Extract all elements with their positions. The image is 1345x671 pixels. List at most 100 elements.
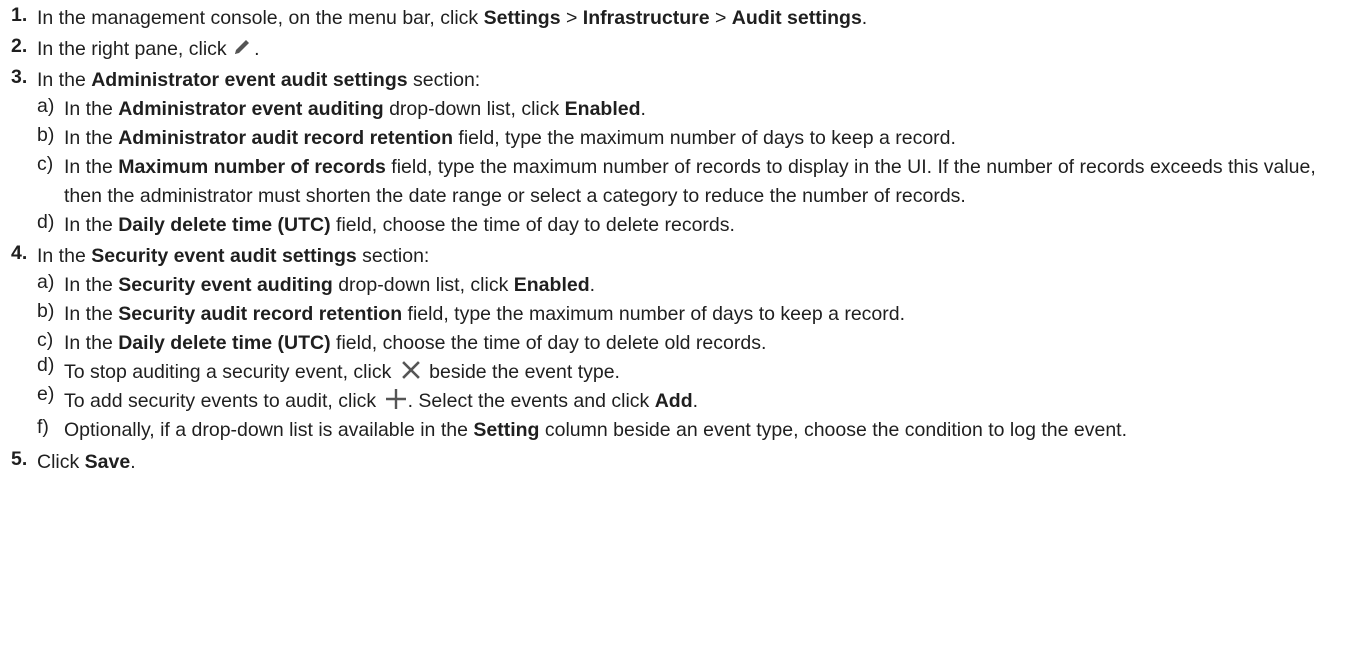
- ui-term: Enabled: [564, 98, 641, 120]
- procedure-document: 1. In the management console, on the men…: [0, 0, 1345, 671]
- substep-text: To add security events to audit, click .…: [64, 387, 1345, 416]
- substep-letter: c): [37, 329, 54, 351]
- step-number: 3.: [11, 66, 28, 88]
- text-segment: In the: [64, 156, 119, 178]
- substep-text: In the Daily delete time (UTC) field, ch…: [64, 329, 1345, 358]
- ui-term: Enabled: [513, 274, 590, 296]
- substep-letter: b): [37, 300, 55, 322]
- ui-term: Settings: [483, 7, 561, 29]
- step-text: Click Save.: [37, 448, 1345, 477]
- text-segment: In the: [37, 69, 92, 91]
- substep-letter: f): [37, 416, 49, 438]
- text-segment: In the: [64, 274, 119, 296]
- text-segment: .: [861, 7, 868, 29]
- text-segment: field, type the maximum number of days t…: [453, 127, 956, 149]
- text-segment: To stop auditing a security event, click: [64, 361, 397, 383]
- ui-term: Security audit record retention: [118, 303, 403, 325]
- text-segment: In the management console, on the menu b…: [37, 7, 484, 29]
- text-segment: >: [560, 7, 583, 29]
- substep-4b: b) In the Security audit record retentio…: [37, 300, 1345, 329]
- step-3: 3. In the Administrator event audit sett…: [0, 66, 1345, 240]
- ui-term: Daily delete time (UTC): [118, 214, 331, 236]
- ui-term: Audit settings: [731, 7, 862, 29]
- substep-4a: a) In the Security event auditing drop-d…: [37, 271, 1345, 300]
- text-segment: >: [709, 7, 732, 29]
- step-text: In the management console, on the menu b…: [37, 4, 1345, 33]
- text-segment: field, choose the time of day to delete …: [330, 332, 767, 354]
- substep-text: In the Administrator event auditing drop…: [64, 95, 1345, 124]
- text-segment: In the right pane, click: [37, 38, 233, 60]
- text-segment: .: [589, 274, 596, 296]
- text-segment: .: [254, 38, 260, 60]
- ui-term: Administrator event auditing: [118, 98, 384, 120]
- ui-term: Security event audit settings: [91, 245, 357, 267]
- ui-term: Security event auditing: [118, 274, 333, 296]
- substep-text: In the Administrator audit record retent…: [64, 124, 1345, 153]
- text-segment: drop-down list, click: [383, 98, 565, 120]
- text-segment: section:: [407, 69, 481, 91]
- step-number: 5.: [11, 448, 28, 470]
- ui-term: Add: [654, 390, 693, 412]
- substep-4f: f) Optionally, if a drop-down list is av…: [37, 416, 1345, 445]
- step-number: 2.: [11, 35, 28, 57]
- ui-term: Daily delete time (UTC): [118, 332, 331, 354]
- substep-letter: d): [37, 211, 55, 233]
- substep-text: In the Maximum number of records field, …: [64, 153, 1344, 211]
- close-icon: [401, 360, 421, 380]
- text-segment: In the: [64, 332, 119, 354]
- text-segment: In the: [64, 303, 119, 325]
- substep-text: To stop auditing a security event, click…: [64, 358, 1345, 387]
- substep-letter: c): [37, 153, 54, 175]
- text-segment: . Select the events and click: [407, 390, 655, 412]
- plus-icon: [385, 388, 407, 410]
- step-text: In the right pane, click .: [37, 35, 1345, 64]
- substep-3d: d) In the Daily delete time (UTC) field,…: [37, 211, 1345, 240]
- ui-term: Maximum number of records: [118, 156, 386, 178]
- substep-3c: c) In the Maximum number of records fiel…: [37, 153, 1345, 211]
- step-intro: In the Security event audit settings sec…: [37, 242, 1345, 271]
- text-segment: In the: [64, 127, 119, 149]
- text-segment: Optionally, if a drop-down list is avail…: [64, 419, 474, 441]
- step-intro: In the Administrator event audit setting…: [37, 66, 1345, 95]
- text-segment: field, choose the time of day to delete …: [330, 214, 735, 236]
- text-segment: beside the event type.: [423, 361, 620, 383]
- step-number: 4.: [11, 242, 28, 264]
- text-segment: .: [692, 390, 699, 412]
- pencil-icon: [232, 37, 254, 57]
- text-segment: drop-down list, click: [332, 274, 514, 296]
- substep-4c: c) In the Daily delete time (UTC) field,…: [37, 329, 1345, 358]
- text-segment: section:: [356, 245, 430, 267]
- text-segment: .: [640, 98, 646, 120]
- step-5: 5. Click Save.: [0, 448, 1345, 477]
- substep-text: In the Security event auditing drop-down…: [64, 271, 1345, 300]
- substep-4d: d) To stop auditing a security event, cl…: [37, 354, 1345, 387]
- substep-3b: b) In the Administrator audit record ret…: [37, 124, 1345, 153]
- text-segment: In the: [37, 245, 92, 267]
- step-2: 2. In the right pane, click .: [0, 35, 1345, 64]
- ui-term: Setting: [473, 419, 540, 441]
- substep-letter: a): [37, 271, 55, 293]
- step-number: 1.: [11, 4, 28, 26]
- substep-text: In the Security audit record retention f…: [64, 300, 1345, 329]
- text-segment: Click: [37, 451, 85, 473]
- substep-4e: e) To add security events to audit, clic…: [37, 383, 1345, 416]
- ui-term: Save: [84, 451, 131, 473]
- text-segment: field, type the maximum number of days t…: [402, 303, 906, 325]
- substep-letter: a): [37, 95, 55, 117]
- text-segment: In the: [64, 98, 119, 120]
- text-segment: To add security events to audit, click: [64, 390, 382, 412]
- ui-term: Infrastructure: [582, 7, 710, 29]
- text-segment: In the: [64, 214, 119, 236]
- step-4: 4. In the Security event audit settings …: [0, 242, 1345, 445]
- text-segment: .: [130, 451, 136, 473]
- substep-text: Optionally, if a drop-down list is avail…: [64, 416, 1344, 445]
- substep-text: In the Daily delete time (UTC) field, ch…: [64, 211, 1345, 240]
- substep-letter: e): [37, 383, 55, 405]
- text-segment: column beside an event type, choose the …: [539, 419, 1128, 441]
- substep-3a: a) In the Administrator event auditing d…: [37, 95, 1345, 124]
- ui-term: Administrator audit record retention: [118, 127, 454, 149]
- ui-term: Administrator event audit settings: [91, 69, 408, 91]
- step-1: 1. In the management console, on the men…: [0, 4, 1345, 33]
- substep-letter: b): [37, 124, 55, 146]
- substep-letter: d): [37, 354, 55, 376]
